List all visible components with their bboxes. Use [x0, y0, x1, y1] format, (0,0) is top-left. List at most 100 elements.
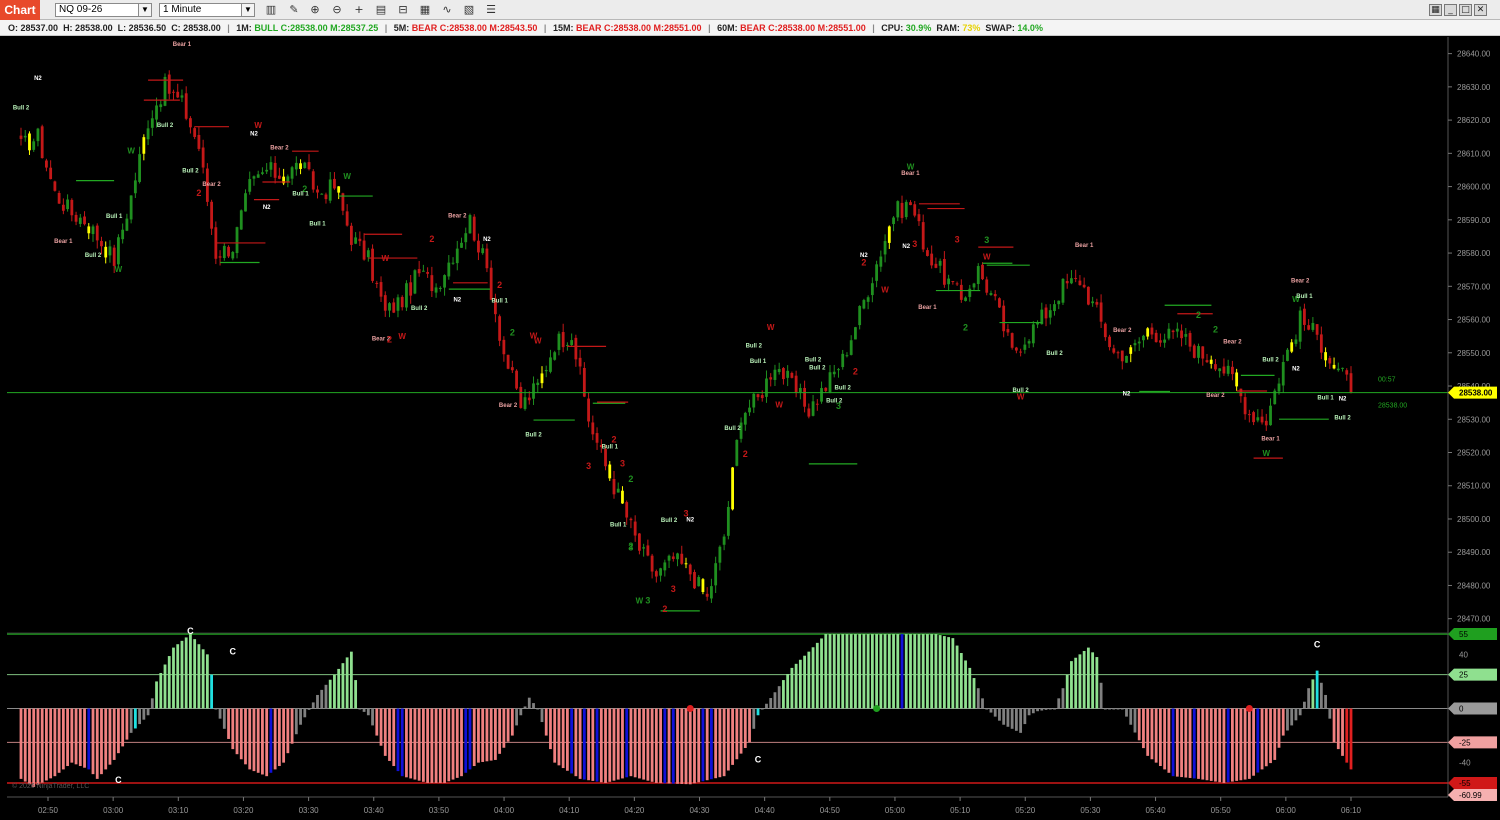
osc-bar: [900, 634, 904, 709]
osc-bar: [841, 634, 845, 709]
osc-bar: [1065, 674, 1069, 709]
osc-bar: [396, 708, 400, 772]
candle-body: [443, 275, 446, 288]
candle-body: [1247, 414, 1251, 416]
osc-c-marker: C: [187, 626, 194, 636]
candle-body: [409, 282, 413, 296]
candle-body: [832, 371, 836, 375]
price-tick-label: 28490.00: [1457, 548, 1491, 557]
strategies-icon[interactable]: ∿: [440, 3, 454, 17]
signal-label: 2: [1213, 325, 1218, 335]
minimize-icon[interactable]: _: [1444, 4, 1457, 16]
zoom-in-icon[interactable]: ⊕: [308, 3, 322, 17]
candle-body: [1150, 327, 1154, 335]
chevron-down-icon: ▼: [138, 4, 151, 16]
candle-body: [942, 258, 946, 285]
osc-bar: [748, 708, 751, 743]
osc-bar: [1002, 708, 1006, 725]
candle-body: [616, 488, 620, 493]
price-tick-label: 28620.00: [1457, 116, 1491, 125]
osc-bar: [1311, 679, 1315, 709]
indicators-icon[interactable]: ▦: [418, 3, 432, 17]
candle-body: [667, 555, 671, 561]
properties-icon[interactable]: ▤: [374, 3, 388, 17]
crosshair-icon[interactable]: +: [352, 3, 366, 17]
candle-body: [553, 352, 557, 360]
candle-body: [693, 572, 696, 589]
candle-body: [540, 373, 544, 384]
candle-body: [786, 370, 790, 378]
osc-bar: [409, 708, 413, 779]
chart-tab[interactable]: Chart: [0, 0, 40, 20]
osc-bar: [1273, 708, 1277, 760]
tf5-value: BEAR C:28538.00 M:28543.50: [411, 23, 538, 33]
candle-body: [117, 237, 120, 265]
instrument-selector[interactable]: NQ 09-26 ▼: [55, 3, 152, 17]
signal-label: Bull 2: [1334, 416, 1351, 422]
candle-body: [854, 327, 857, 340]
osc-bar: [244, 708, 247, 765]
list-icon[interactable]: ☰: [484, 3, 498, 17]
osc-bar: [316, 694, 319, 709]
osc-bar: [913, 634, 917, 709]
osc-bar: [349, 651, 353, 709]
osc-bar: [1108, 708, 1111, 710]
osc-bar: [451, 708, 455, 780]
candle-body: [299, 163, 302, 169]
signal-label: 2: [429, 234, 434, 244]
price-tick-label: 28630.00: [1457, 83, 1491, 92]
oscillator-panel: [7, 633, 1448, 787]
osc-level-label: 25: [1459, 671, 1468, 680]
candle-body: [307, 162, 311, 170]
candle-body: [1095, 302, 1099, 305]
osc-bar: [1264, 708, 1268, 767]
candle-body: [913, 204, 917, 216]
osc-bar: [1116, 708, 1120, 710]
maximize-icon[interactable]: □: [1459, 4, 1472, 16]
candle-body: [959, 284, 963, 300]
osc-cross-dot: [686, 705, 694, 712]
candle-body: [587, 398, 590, 422]
candle-body: [349, 225, 353, 245]
chart-plot[interactable]: 00:57 28538.00 28470.00 28480.00 28490.00 285…: [0, 37, 1500, 820]
candle-body: [40, 126, 44, 159]
osc-c-marker: C: [115, 775, 122, 785]
candle-body: [502, 339, 506, 355]
candle-body: [921, 222, 925, 250]
osc-bar: [371, 708, 374, 726]
osc-bar: [53, 708, 57, 777]
tile-icon[interactable]: ▦: [1429, 4, 1442, 16]
osc-bar: [167, 656, 171, 709]
osc-bar: [718, 708, 722, 778]
osc-bar: [591, 708, 595, 781]
templates-icon[interactable]: ▧: [462, 3, 476, 17]
candle-body: [1065, 281, 1069, 284]
osc-level-label: 55: [1459, 630, 1468, 639]
osc-bar: [438, 708, 442, 783]
candle-body: [19, 135, 23, 139]
candle-body: [392, 302, 396, 313]
osc-bar: [176, 644, 180, 709]
close-icon[interactable]: ✕: [1474, 4, 1487, 16]
interval-selector[interactable]: 1 Minute ▼: [159, 3, 255, 17]
candle-body: [133, 180, 137, 194]
zoom-out-icon[interactable]: ⊖: [330, 3, 344, 17]
osc-bar: [1214, 708, 1217, 782]
bar-type-icon[interactable]: ▥: [264, 3, 278, 17]
data-box-icon[interactable]: ⊟: [396, 3, 410, 17]
osc-bar: [642, 708, 646, 780]
osc-bar: [519, 708, 523, 716]
time-tick-label: 03:40: [364, 806, 385, 815]
osc-last-label: -60.99: [1459, 791, 1482, 800]
time-tick-label: 03:30: [299, 806, 320, 815]
time-tick-label: 06:00: [1276, 806, 1297, 815]
pencil-icon[interactable]: ✎: [287, 3, 301, 17]
signal-label: Bear 1: [173, 42, 192, 48]
signal-label: Bull 2: [809, 366, 826, 372]
osc-bar: [726, 708, 730, 771]
osc-bar: [265, 708, 269, 777]
candle-body: [1040, 309, 1044, 325]
osc-bar: [239, 708, 243, 760]
candle-body: [1243, 397, 1247, 415]
signal-label: Bull 2: [1046, 351, 1063, 357]
